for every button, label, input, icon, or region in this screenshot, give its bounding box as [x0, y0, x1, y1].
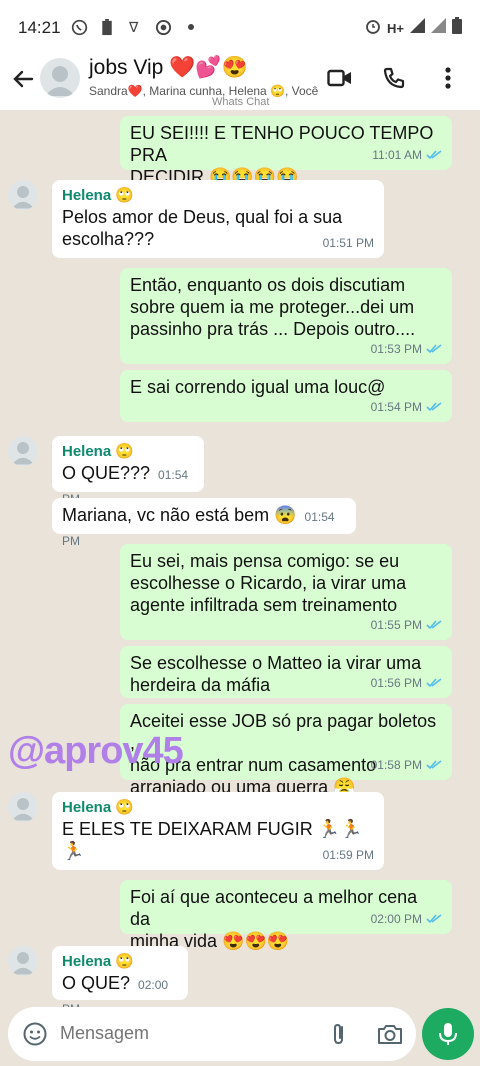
sender-avatar[interactable] [8, 792, 38, 822]
sender-avatar[interactable] [8, 180, 38, 210]
battery-icon [452, 17, 462, 39]
message-time: 01:59 PM [322, 848, 374, 862]
attach-button[interactable] [326, 1021, 352, 1047]
message-meta: 02:00 PM [371, 908, 442, 930]
status-time: 14:21 [18, 18, 61, 37]
message-outgoing[interactable]: EU SEI!!!! E TENHO POUCO TEMPO PRA DECID… [120, 116, 452, 187]
camera-icon [378, 1025, 402, 1044]
battery-notification-icon [98, 18, 116, 36]
message-text: O QUE? [62, 973, 131, 993]
message-time: 01:54 PM [370, 400, 422, 414]
read-ticks-icon [426, 402, 442, 412]
read-ticks-icon [426, 678, 442, 688]
more-options-icon [445, 67, 451, 89]
watermark-handle: @aprov45 [8, 730, 184, 772]
attach-icon [334, 1023, 343, 1045]
message-time: 11:01 AM [372, 148, 422, 162]
message-input[interactable] [60, 1023, 290, 1044]
message-incoming[interactable]: Helena 🙄 Pelos amor de Deus, qual foi a … [52, 180, 384, 258]
message-time: 01:56 PM [370, 676, 422, 690]
video-call-icon [327, 69, 351, 87]
more-notifications-dot-icon [182, 18, 200, 36]
message-time: 01:53 PM [370, 342, 422, 356]
message-outgoing[interactable]: Então, enquanto os dois discutiam sobre … [120, 268, 452, 364]
back-button[interactable] [8, 64, 38, 94]
camera-button[interactable] [376, 1021, 404, 1047]
read-ticks-icon [426, 760, 442, 770]
phone-icon [383, 67, 405, 89]
message-incoming[interactable]: Helena 🙄 E ELES TE DEIXARAM FUGIR 🏃🏃🏃 01… [52, 792, 384, 870]
status-notification-icons: ∇ [70, 18, 200, 36]
message-time: 01:58 PM [370, 758, 422, 772]
read-ticks-icon [426, 620, 442, 630]
more-options-button[interactable] [434, 64, 462, 92]
message-meta: 01:54 PM [371, 396, 442, 418]
message-text: Eu sei, mais pensa comigo: se eu escolhe… [130, 551, 407, 615]
group-avatar[interactable] [40, 58, 80, 98]
mic-icon [439, 1023, 457, 1045]
message-meta: 01:58 PM [371, 754, 442, 776]
message-sender: Helena 🙄 [62, 953, 135, 970]
message-list[interactable]: EU SEI!!!! E TENHO POUCO TEMPO PRA DECID… [0, 110, 480, 1016]
message-meta: 01:53 PM [371, 338, 442, 360]
video-call-button[interactable] [326, 64, 354, 92]
message-time: 02:00 PM [370, 912, 422, 926]
read-ticks-icon [426, 150, 442, 160]
status-system-icons: H+ [365, 17, 462, 39]
default-avatar-icon [45, 66, 75, 96]
whatsapp-notification-icon [70, 18, 88, 36]
message-incoming[interactable]: Mariana, vc não está bem 😨 01:54 PM [52, 498, 356, 548]
sender-avatar[interactable] [8, 436, 38, 466]
sender-avatar[interactable] [8, 946, 38, 976]
app-notification-icon: ∇ [126, 18, 144, 36]
emoji-button[interactable] [22, 1021, 48, 1047]
message-meta: 01:59 PM [323, 844, 374, 866]
chat-title[interactable]: jobs Vip ❤️💕😍 [89, 56, 248, 80]
status-bar: 14:21 ∇ H+ [0, 0, 480, 56]
message-meta: 01:56 PM [371, 672, 442, 694]
back-arrow-icon [13, 70, 34, 88]
voice-call-button[interactable] [380, 64, 408, 92]
default-avatar-icon [11, 798, 35, 821]
message-outgoing[interactable]: E sai correndo igual uma louc@ 01:54 PM [120, 370, 452, 422]
default-avatar-icon [11, 442, 35, 465]
chat-participants[interactable]: Sandra❤️, Marina cunha, Helena 🙄, Você [89, 84, 318, 98]
signal-icon-secondary [431, 18, 446, 38]
message-outgoing[interactable]: Foi aí que aconteceu a melhor cena da mi… [120, 880, 452, 951]
message-sender: Helena 🙄 [62, 187, 135, 204]
voice-message-button[interactable] [422, 1008, 474, 1060]
message-text: E sai correndo igual uma louc@ [130, 377, 386, 397]
message-composer [8, 1007, 416, 1061]
default-avatar-icon [11, 186, 35, 209]
read-ticks-icon [426, 344, 442, 354]
default-avatar-icon [11, 952, 35, 975]
signal-icon [410, 18, 425, 38]
message-meta: 01:51 PM [323, 232, 374, 254]
message-text: Mariana, vc não está bem 😨 [62, 505, 297, 525]
message-text: Então, enquanto os dois discutiam sobre … [130, 275, 416, 339]
app-overlay-label: Whats Chat [212, 96, 270, 108]
message-time: 01:55 PM [370, 618, 422, 632]
message-incoming[interactable]: Helena 🙄 O QUE?02:00 PM [52, 946, 188, 1016]
message-meta: 11:01 AM [372, 144, 442, 166]
message-text: O QUE??? [62, 463, 151, 483]
svg-text:∇: ∇ [128, 20, 139, 35]
message-outgoing[interactable]: Se escolhesse o Matteo ia virar uma herd… [120, 646, 452, 698]
network-type: H+ [387, 20, 404, 36]
message-meta: 01:55 PM [371, 614, 442, 636]
emoji-icon [23, 1022, 47, 1046]
message-sender: Helena 🙄 [62, 443, 135, 460]
message-incoming[interactable]: Helena 🙄 O QUE???01:54 PM [52, 436, 204, 506]
read-ticks-icon [426, 914, 442, 924]
message-time: 01:51 PM [322, 236, 374, 250]
alarm-icon [365, 18, 381, 39]
message-sender: Helena 🙄 [62, 799, 135, 816]
message-outgoing[interactable]: Eu sei, mais pensa comigo: se eu escolhe… [120, 544, 452, 640]
record-notification-icon [154, 18, 172, 36]
